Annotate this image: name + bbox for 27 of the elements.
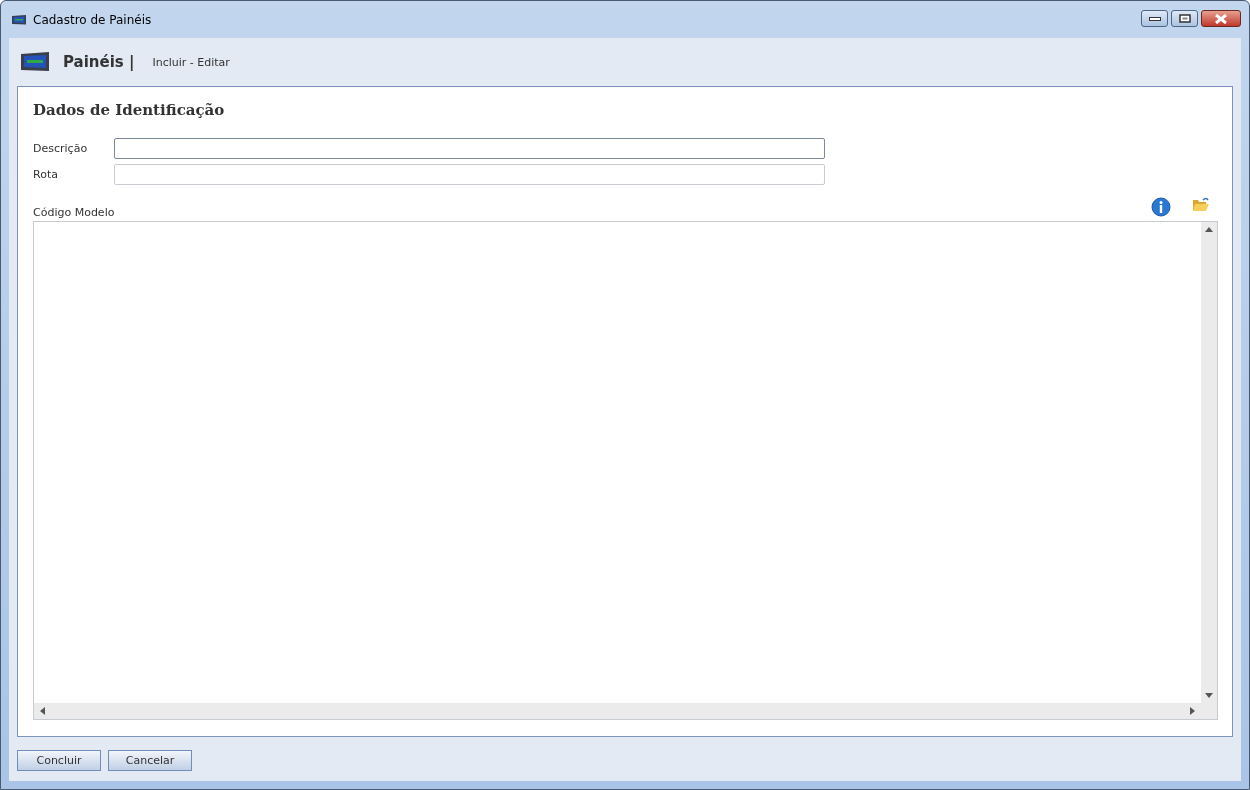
horizontal-scrollbar[interactable] xyxy=(34,703,1201,719)
right-arrow-icon[interactable] xyxy=(1190,707,1195,715)
maximize-icon xyxy=(1178,14,1191,23)
field-label: Descrição xyxy=(33,141,89,155)
input-field[interactable] xyxy=(114,163,825,185)
field-label: Código Modelo xyxy=(33,206,115,221)
left-arrow-icon[interactable] xyxy=(40,707,45,715)
section-title: Dados de Identificação xyxy=(33,101,226,119)
action-button[interactable]: Cancelar xyxy=(108,750,192,771)
window-title: Cadastro de Painéis xyxy=(33,12,152,27)
folder-icon[interactable] xyxy=(1192,197,1210,212)
close-icon xyxy=(1214,13,1228,24)
monitor-icon xyxy=(19,51,51,73)
up-arrow-icon[interactable] xyxy=(1205,227,1213,232)
close-button[interactable] xyxy=(1201,10,1241,27)
minimize-button[interactable] xyxy=(1141,10,1168,27)
action-button[interactable]: Concluir xyxy=(17,750,101,771)
field-label: Rota xyxy=(33,167,59,181)
info-icon[interactable] xyxy=(1151,197,1171,217)
monitor-icon xyxy=(11,12,27,27)
down-arrow-icon[interactable] xyxy=(1205,693,1213,698)
vertical-scrollbar[interactable] xyxy=(1201,222,1217,703)
maximize-button[interactable] xyxy=(1171,10,1198,27)
page-subtitle: Incluir - Editar xyxy=(152,55,230,69)
input-field[interactable] xyxy=(114,137,825,159)
page-title: Painéis | xyxy=(63,53,135,71)
minimize-icon xyxy=(1148,15,1161,22)
